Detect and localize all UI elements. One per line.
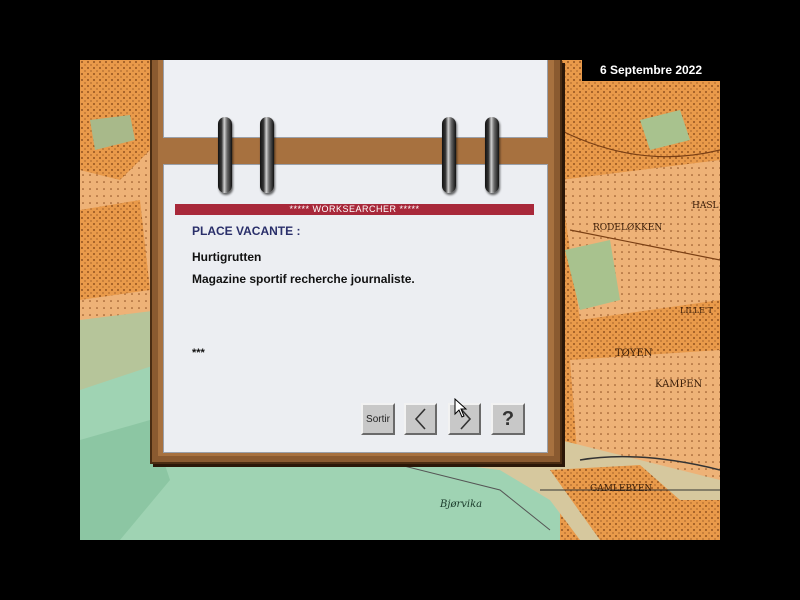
binder-ring [260,117,274,193]
map-label-hasle: HASL [692,201,719,211]
exit-button-label: Sortir [366,413,390,425]
map-label-rodelokken: RODELØKKEN [593,222,662,233]
date-display: 6 Septembre 2022 [582,60,720,81]
map-label-kampen: KAMPEN [655,379,703,390]
binder-ring [218,117,232,193]
company-name: Hurtigrutten [192,250,262,264]
worksearcher-header: ***** WORKSEARCHER ***** [175,204,534,215]
help-button-label: ? [501,407,515,430]
binder-ring [485,117,499,193]
job-title-heading: PLACE VACANTE : [192,224,301,238]
previous-button[interactable] [404,403,437,435]
footer-marker: *** [192,347,205,359]
binder-ring [442,117,456,193]
job-description: Magazine sportif recherche journaliste. [192,272,415,286]
map-label-gamlebyen: GAMLEBYEN [590,484,652,494]
map-label-toyen: TØYEN [615,348,653,359]
exit-button[interactable]: Sortir [361,403,395,435]
map-label-bjorvika: Bjørvika [439,499,482,510]
map-label-lille-t: LILLE T [680,306,713,315]
help-button[interactable]: ? [491,403,525,435]
mouse-cursor-icon [454,398,468,418]
chevron-left-icon [414,408,426,430]
